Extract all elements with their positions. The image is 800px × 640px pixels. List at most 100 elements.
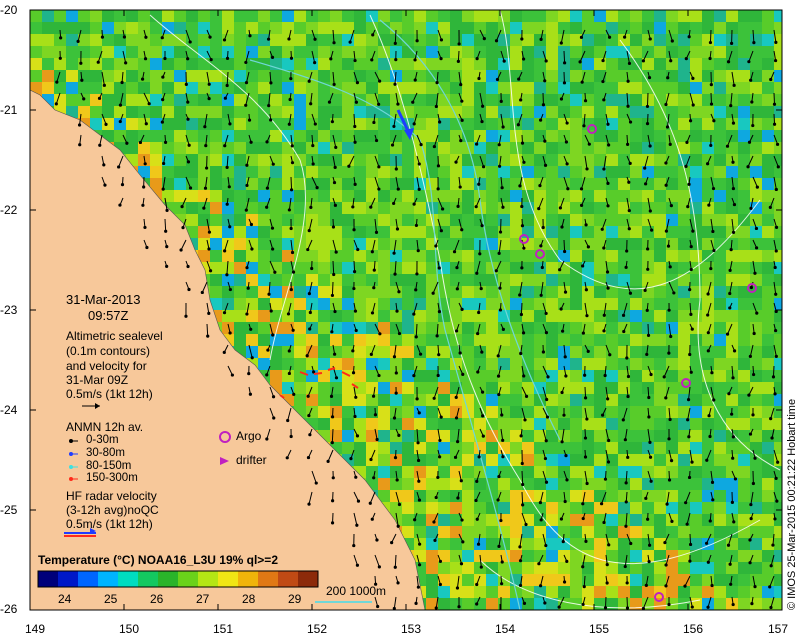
vector-head — [497, 164, 502, 168]
sst-cell — [198, 118, 210, 130]
sst-cell — [762, 406, 774, 418]
sst-cell — [630, 154, 642, 166]
sst-cell — [174, 166, 186, 178]
vector-head — [646, 517, 650, 521]
sst-cell — [678, 526, 690, 538]
vector-head — [686, 205, 690, 209]
sst-cell — [426, 310, 438, 322]
sst-cell — [558, 10, 570, 22]
sst-cell — [690, 130, 702, 142]
sst-cell — [402, 274, 414, 286]
sst-cell — [234, 214, 246, 226]
sst-cell — [246, 250, 258, 262]
sst-cell — [726, 70, 738, 82]
sst-cell — [198, 190, 210, 202]
sst-cell — [318, 190, 330, 202]
sst-cell — [654, 478, 666, 490]
sst-cell — [546, 106, 558, 118]
vector-head — [543, 79, 547, 83]
sst-cell — [618, 346, 630, 358]
sst-cell — [510, 310, 522, 322]
vector-head — [286, 312, 291, 316]
sst-cell — [654, 190, 666, 202]
vector-head — [418, 352, 423, 356]
sst-cell — [174, 130, 186, 142]
sst-cell — [522, 274, 534, 286]
vector-head — [58, 56, 62, 60]
sst-cell — [534, 418, 546, 430]
vector-head — [690, 605, 694, 609]
sst-cell — [486, 226, 498, 238]
sst-cell — [258, 22, 270, 34]
sst-cell — [162, 10, 174, 22]
velocity-vector — [584, 386, 587, 398]
sst-cell — [462, 94, 474, 106]
vector-head — [733, 477, 738, 481]
sst-cell — [510, 274, 522, 286]
sst-cell — [402, 142, 414, 154]
vector-head — [583, 436, 588, 440]
sst-cell — [726, 82, 738, 94]
sst-cell — [678, 94, 690, 106]
vector-head — [477, 182, 481, 186]
vector-head — [706, 162, 710, 166]
sst-cell — [678, 118, 690, 130]
sst-cell — [630, 382, 642, 394]
sst-cell — [426, 562, 438, 574]
sst-cell — [738, 358, 750, 370]
sst-cell — [378, 478, 390, 490]
sst-cell — [522, 118, 534, 130]
sst-cell — [306, 334, 318, 346]
sst-cell — [702, 142, 714, 154]
sst-cell — [678, 22, 690, 34]
vector-head — [117, 165, 121, 169]
sst-cell — [630, 454, 642, 466]
sst-cell — [582, 106, 594, 118]
sst-cell — [570, 274, 582, 286]
vector-head — [731, 121, 736, 125]
sst-cell — [606, 166, 618, 178]
vector-head — [313, 37, 317, 41]
sst-cell — [654, 406, 666, 418]
vector-head — [625, 606, 630, 610]
vector-head — [628, 161, 632, 165]
sst-cell — [570, 22, 582, 34]
colorbar-swatch — [98, 571, 119, 587]
sst-cell — [342, 106, 354, 118]
sst-cell — [750, 358, 762, 370]
vector-head — [602, 313, 606, 317]
vector-head — [774, 354, 778, 358]
sst-cell — [618, 262, 630, 274]
sst-cell — [714, 598, 726, 610]
sst-cell — [522, 166, 534, 178]
sst-cell — [654, 454, 666, 466]
vector-head — [496, 498, 500, 502]
sst-cell — [78, 10, 90, 22]
sst-cell — [270, 142, 282, 154]
vector-head — [728, 562, 732, 566]
sst-cell — [42, 34, 54, 46]
vector-head — [564, 140, 569, 144]
sst-cell — [678, 358, 690, 370]
sst-cell — [378, 334, 390, 346]
vector-head — [691, 229, 695, 233]
sst-cell — [606, 502, 618, 514]
vector-head — [603, 606, 608, 610]
sst-cell — [174, 190, 186, 202]
vector-head — [494, 269, 498, 273]
vector-head — [601, 58, 605, 63]
vector-head — [414, 223, 419, 228]
sst-cell — [234, 226, 246, 238]
vector-head — [755, 185, 759, 189]
sst-cell — [234, 10, 246, 22]
sst-cell — [738, 130, 750, 142]
sst-cell — [714, 22, 726, 34]
vector-head — [606, 181, 610, 185]
sst-cell — [582, 94, 594, 106]
vector-head — [750, 100, 754, 104]
sst-cell — [714, 370, 726, 382]
vector-head — [728, 291, 732, 296]
sst-cell — [630, 130, 642, 142]
vector-head — [289, 188, 294, 192]
sst-cell — [714, 430, 726, 442]
